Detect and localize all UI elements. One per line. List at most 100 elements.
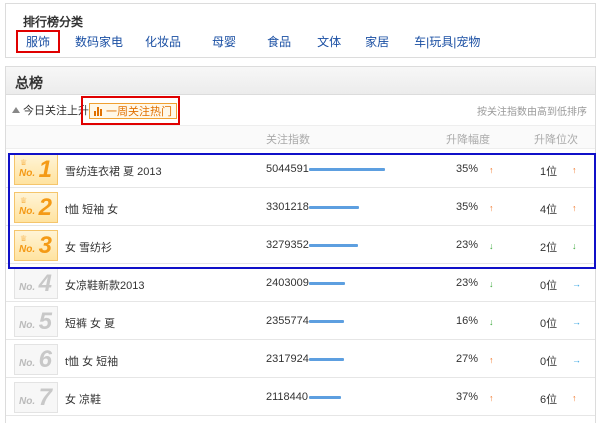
attention-bar [309,282,345,285]
crown-icon: ♕ [20,234,28,243]
panel-title: 总榜 [15,75,43,91]
rank-number: 5 [38,308,52,335]
arrow-up-icon: ↑ [572,203,577,213]
rank-number: 3 [38,232,52,259]
week-hot-highlight: 一周关注热门 [81,96,180,125]
tab-clothing[interactable]: 服饰 [16,29,61,53]
col-index: 关注指数 [266,134,310,146]
tab-cosmetics[interactable]: 化妆品 [145,33,181,50]
rank-prefix: No. [19,206,36,217]
category-tabs: 服饰 数码家电 化妆品 母婴 食品 文体 家居 车|玩具|宠物 [16,29,480,53]
keyword-link[interactable]: 短裤 女 夏 [65,315,115,331]
arrow-down-icon: ↓ [489,317,494,327]
rank-number: 2 [38,194,52,221]
rank-change: 0位 [540,356,558,368]
change-percent: 16% [456,315,479,327]
arrow-up-icon: ↑ [572,165,577,175]
attention-bar [309,206,359,209]
rank-change: 6位 [540,394,558,406]
rank-number: 1 [38,156,52,183]
ranking-toolbar: 今日关注上升 一周关注热门 按关注指数由高到低排序 [6,96,595,125]
keyword-link[interactable]: 女凉鞋新款2013 [65,277,144,293]
change-percent: 23% [456,239,479,251]
arrow-up-icon: ↑ [489,203,494,213]
change-percent: 35% [456,163,479,175]
sort-note: 按关注指数由高到低排序 [477,107,587,118]
change-percent: 37% [456,391,479,403]
arrow-up-icon: ↑ [489,355,494,365]
table-row[interactable]: ♕ No. 2 t恤 短袖 女 3301218 35% ↑ 4位 ↑ [6,189,595,226]
rank-change: 0位 [540,280,558,292]
keyword-link[interactable]: 女 雪纺衫 [65,239,112,255]
category-panel: 排行榜分类 服饰 数码家电 化妆品 母婴 食品 文体 家居 车|玩具|宠物 [5,3,596,58]
arrow-up-icon [12,107,20,113]
rank-change: 4位 [540,204,558,216]
attention-index: 3301218 [266,201,309,213]
table-row[interactable]: ♕ No. 3 女 雪纺衫 3279352 23% ↓ 2位 ↓ [6,227,595,264]
crown-icon: ♕ [20,196,28,205]
arrow-down-icon: ↓ [489,279,494,289]
today-rising-button[interactable]: 今日关注上升 [12,102,89,118]
rank-badge: No. 4 [14,268,58,299]
rank-badge: No. 7 [14,382,58,413]
rank-prefix: No. [19,168,36,179]
table-row[interactable]: ♕ No. 1 雪纺连衣裙 夏 2013 5044591 35% ↑ 1位 ↑ [6,151,595,188]
rank-badge: ♕ No. 3 [14,230,58,261]
table-row[interactable]: No. 5 短裤 女 夏 2355774 16% ↓ 0位 → [6,303,595,340]
col-change: 升降幅度 [446,134,490,146]
col-rank-change: 升降位次 [534,134,578,146]
arrow-right-icon: → [572,279,581,289]
attention-index: 2355774 [266,315,309,327]
rank-badge: ♕ No. 1 [14,154,58,185]
attention-index: 2317924 [266,353,309,365]
rank-prefix: No. [19,320,36,331]
change-percent: 23% [456,277,479,289]
tab-baby[interactable]: 母婴 [212,33,236,50]
category-title: 排行榜分类 [23,15,84,29]
keyword-link[interactable]: 雪纺连衣裙 夏 2013 [65,163,162,179]
rank-number: 6 [38,346,52,373]
attention-bar [309,168,385,171]
panel-header [6,67,595,95]
tab-food[interactable]: 食品 [267,33,291,50]
keyword-link[interactable]: t恤 短袖 女 [65,201,118,217]
ranking-panel: 总榜 今日关注上升 一周关注热门 按关注指数由高到低排序 关注指数 升降幅度 升… [5,66,596,423]
keyword-link[interactable]: t恤 女 短袖 [65,353,118,369]
rank-change: 0位 [540,318,558,330]
rank-badge: No. 5 [14,306,58,337]
rank-change: 2位 [540,242,558,254]
arrow-up-icon: ↑ [572,393,577,403]
rank-prefix: No. [19,244,36,255]
rank-number: 4 [38,270,52,297]
rank-prefix: No. [19,282,36,293]
rank-badge: ♕ No. 2 [14,192,58,223]
keyword-link[interactable]: 女 凉鞋 [65,391,101,407]
arrow-up-icon: ↑ [489,393,494,403]
today-rising-label: 今日关注上升 [23,105,89,117]
attention-index: 2118440 [266,391,309,403]
week-hot-label: 一周关注热门 [106,106,172,118]
attention-index: 5044591 [266,163,309,175]
arrow-right-icon: → [572,355,581,365]
tab-sports[interactable]: 文体 [317,33,341,50]
table-row[interactable]: No. 7 女 凉鞋 2118440 37% ↑ 6位 ↑ [6,379,595,416]
attention-index: 3279352 [266,239,309,251]
change-percent: 35% [456,201,479,213]
tab-home[interactable]: 家居 [365,33,389,50]
tab-digital-appliances[interactable]: 数码家电 [75,33,123,50]
table-row[interactable]: No. 4 女凉鞋新款2013 2403009 23% ↓ 0位 → [6,265,595,302]
attention-bar [309,320,344,323]
change-percent: 27% [456,353,479,365]
tab-car-toys-pets[interactable]: 车|玩具|宠物 [414,33,480,50]
attention-index: 2403009 [266,277,309,289]
crown-icon: ♕ [20,158,28,167]
bar-chart-icon [94,106,103,116]
arrow-up-icon: ↑ [489,165,494,175]
table-row[interactable]: No. 6 t恤 女 短袖 2317924 27% ↑ 0位 → [6,341,595,378]
arrow-down-icon: ↓ [572,241,577,251]
arrow-right-icon: → [572,317,581,327]
column-header: 关注指数 升降幅度 升降位次 [6,125,595,149]
week-hot-button[interactable]: 一周关注热门 [89,103,177,119]
rank-prefix: No. [19,396,36,407]
rank-change: 1位 [540,166,558,178]
